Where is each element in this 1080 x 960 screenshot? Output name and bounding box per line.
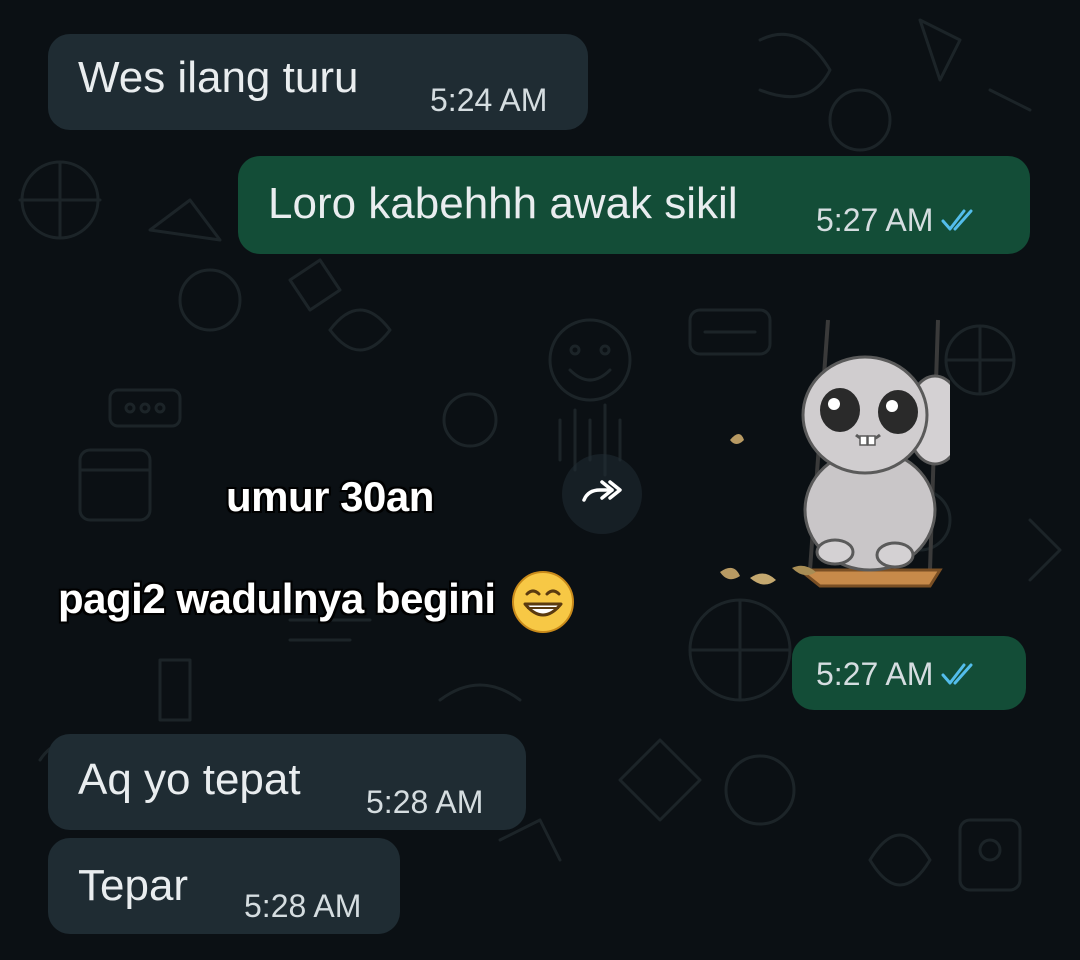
message-bubble-incoming[interactable]: Tepar 5:28 AM [48,838,400,934]
message-meta: 5:24 AM [430,84,547,116]
forward-button[interactable] [562,454,642,534]
message-bubble-incoming[interactable]: Aq yo tepat 5:28 AM [48,734,526,830]
message-bubble-incoming[interactable]: Wes ilang turu 5:24 AM [48,34,588,130]
sticker-caption-line1: umur 30an [226,473,434,520]
leaf [792,565,816,576]
swing-seat [795,568,943,588]
message-bubble-outgoing[interactable]: Loro kabehhh awak sikil 5:27 AM [238,156,1030,254]
message-meta: 5:28 AM [366,786,483,818]
message-time: 5:27 AM [816,656,934,692]
leaf [730,434,744,444]
rabbit-eye [878,390,918,434]
message-time: 5:27 AM [816,202,934,238]
message-time: 5:28 AM [244,888,362,924]
message-text: Wes ilang turu [78,53,359,102]
message-meta: 5:28 AM [244,890,361,922]
leaf [750,573,776,585]
rabbit-eye [820,388,860,432]
message-text: Tepar [78,861,189,910]
leaf [720,567,740,580]
grinning-emoji-icon [511,571,574,633]
forward-icon [582,480,622,502]
message-meta: 5:27 AM [816,204,979,236]
message-meta: 5:27 AM [816,658,979,690]
double-check-icon [941,209,973,231]
message-time: 5:28 AM [366,784,484,820]
message-time: 5:24 AM [430,82,548,118]
sticker-caption-line2: pagi2 wadulnya begini [58,570,575,634]
sticker-meta-bubble: 5:27 AM [792,636,1026,710]
double-check-icon [941,663,973,685]
message-text: Loro kabehhh awak sikil [268,179,738,228]
message-text: Aq yo tepat [78,755,301,804]
sticker-caption-text: pagi2 wadulnya begini [58,575,496,623]
